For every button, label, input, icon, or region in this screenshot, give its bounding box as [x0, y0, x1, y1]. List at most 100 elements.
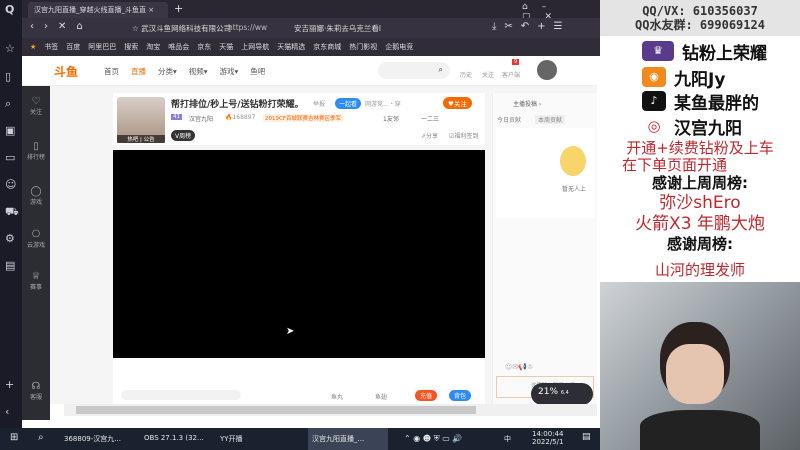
qq-group: QQ水友群: 699069124	[635, 18, 765, 32]
translate-icon[interactable]: ▤	[5, 259, 15, 272]
bookmark[interactable]: 唯品会	[168, 42, 189, 52]
nav-buttons[interactable]: ‹›✕⌂	[30, 21, 93, 32]
search-icon[interactable]: ⌕	[34, 428, 48, 450]
browser-navbar: ‹›✕⌂ ☆ 武汉斗鱼网络科技有限公司 https://ww 安吉丽娜·朱莉去乌…	[22, 18, 600, 38]
bookmark[interactable]: 天猫精选	[277, 42, 305, 52]
new-tab-icon[interactable]: +	[174, 2, 183, 15]
taskbar-app-obs[interactable]: OBS 27.1.3 (32...	[140, 428, 208, 450]
search-input[interactable]: ⌕	[378, 62, 450, 79]
ime-indicator[interactable]: 中	[500, 428, 515, 450]
add-icon[interactable]: +	[5, 378, 14, 391]
avatar-label[interactable]: 热吧 | 公告	[117, 135, 165, 143]
report-link[interactable]: 举报	[313, 99, 325, 108]
live-icon[interactable]: ▭	[5, 151, 15, 164]
collapse-icon[interactable]: ‹	[5, 405, 9, 418]
promo-line1: 开通+续费钻粉及上车	[626, 139, 774, 157]
search-suggestion[interactable]: 安吉丽娜·朱莉去乌克兰看l	[294, 23, 381, 34]
follow-button[interactable]: 关注	[482, 70, 494, 79]
nav-fishbar[interactable]: 鱼吧	[250, 66, 265, 77]
bookmark[interactable]: 书签	[44, 42, 58, 52]
recharge-button[interactable]: 充值	[415, 390, 438, 401]
nav-home[interactable]: 首页	[104, 66, 119, 77]
fish-fin-balance[interactable]: 鱼翅	[375, 392, 387, 401]
nav-video[interactable]: 视频▾	[189, 66, 208, 77]
side-follow[interactable]: ♡ 关注	[22, 96, 50, 116]
bookmark[interactable]: 上网导航	[241, 42, 269, 52]
room-header: 热吧 | 公告 帮打排位/秒上号/送钻粉打荣耀。 举报 一起看 网游竞...・穿…	[113, 93, 485, 145]
start-icon[interactable]: ⊞	[6, 428, 22, 450]
side-rank[interactable]: ▯ 排行榜	[22, 141, 50, 161]
browser-tab[interactable]: 汉宫九阳直播_穿越火线直播_斗鱼直 ×	[28, 2, 168, 18]
backpack-button[interactable]: 背包	[449, 390, 472, 401]
streamer-face	[666, 344, 724, 404]
tools-icon[interactable]: ⚙	[5, 232, 15, 245]
streamer-name[interactable]: 汉宫九阳	[189, 114, 213, 123]
bookmark[interactable]: 淘宝	[146, 42, 160, 52]
side-esports[interactable]: ♕ 赛事	[22, 271, 50, 291]
chat-tool-icons[interactable]: ☺✉📢♔	[505, 363, 533, 371]
video-icon[interactable]: ▣	[5, 124, 15, 137]
chat-icon[interactable]: ☺	[5, 178, 16, 191]
side-cloud-games[interactable]: ⎔ 云游戏	[22, 229, 50, 249]
tab-title: 汉宫九阳直播_穿越火线直播_斗鱼直	[34, 6, 146, 14]
history-button[interactable]: 历史	[460, 70, 472, 79]
book-icon[interactable]: ▯	[5, 70, 11, 83]
horizontal-scrollbar[interactable]	[64, 404, 597, 416]
bookmark[interactable]: 京东商城	[313, 42, 341, 52]
category-link[interactable]: 网游竞...・穿	[365, 99, 401, 108]
search-icon[interactable]: ⌕	[5, 97, 11, 111]
nav-category[interactable]: 分类▾	[158, 66, 177, 77]
client-badge: 9	[512, 59, 520, 65]
last-week-name2: 火箭X3 年鹏大炮	[635, 214, 765, 234]
tab-week[interactable]: 本周贡献	[535, 115, 566, 124]
taskbar-app-browser[interactable]: 汉宫九阳直播_...	[308, 428, 388, 450]
douyin-icon: ♪	[642, 91, 666, 111]
tray-icons[interactable]: ⌃ ◉ ☻ ⛨ ▭ 🔊	[400, 428, 466, 450]
streamer-avatar[interactable]: 热吧 | 公告	[117, 97, 165, 143]
douyu-header: 斗鱼 首页 直播 分类▾ 视频▾ 游戏▾ 鱼吧 ⌕ 历史 关注 客户端 9	[22, 56, 597, 86]
notification-icon[interactable]: ▤	[578, 428, 595, 450]
friends-count[interactable]: 1友邻	[383, 114, 399, 123]
taskbar-app-douyu[interactable]: 368809-汉宫九...	[60, 428, 125, 450]
bookmark[interactable]: 天猫	[219, 42, 233, 52]
bookmark[interactable]: 搜索	[124, 42, 138, 52]
toolbar-icons[interactable]: ⤓✂↶+☰	[492, 21, 571, 32]
weibo-icon: ◎	[642, 116, 666, 136]
heat-count: 168897	[232, 114, 256, 121]
bookmark[interactable]: 京东	[197, 42, 211, 52]
kuaishou-icon: ◉	[642, 67, 666, 87]
follow-button[interactable]: ♥关注	[443, 97, 472, 109]
client-button[interactable]: 客户端	[502, 70, 520, 79]
mascot-icon	[560, 146, 586, 176]
streamer-posts-link[interactable]: 主播投稿 ›	[513, 99, 541, 108]
star-icon[interactable]: ☆	[5, 42, 15, 55]
user-avatar[interactable]	[537, 60, 557, 80]
url-field[interactable]: https://ww	[228, 23, 267, 32]
side-support[interactable]: ☊ 客服	[22, 381, 50, 401]
checkin-button[interactable]: 福利签到	[454, 133, 478, 140]
video-player[interactable]: ➤	[113, 150, 485, 358]
tab-today[interactable]: 今日贡献	[497, 115, 521, 124]
watch-together-button[interactable]: 一起看	[335, 98, 362, 109]
room-title: 帮打排位/秒上号/送钻粉打荣耀。	[171, 100, 304, 110]
side-games[interactable]: ◯ 游戏	[22, 186, 50, 206]
fans-button[interactable]: V周榜	[171, 130, 196, 141]
bookmark[interactable]: 百度	[66, 42, 80, 52]
clock[interactable]: 14:00:44 2022/5/1	[528, 428, 567, 450]
room-tag[interactable]: 2019CF百城联赛吉林赛区季军	[263, 114, 344, 122]
gift-bar[interactable]	[121, 390, 241, 400]
nav-live[interactable]: 直播	[131, 66, 146, 77]
contact-block: QQ/VX: 610356037 QQ水友群: 699069124	[600, 0, 800, 36]
share-button[interactable]: 分享	[426, 133, 438, 140]
nav-games[interactable]: 游戏▾	[220, 66, 239, 77]
bookmark[interactable]: 阿里巴巴	[88, 42, 116, 52]
bookmark[interactable]: 企鹅电竞	[385, 42, 413, 52]
bookmark[interactable]: 热门影视	[349, 42, 377, 52]
fish-pill-balance[interactable]: 鱼丸	[331, 392, 343, 401]
bookmarks-bar: ★ 书签 百度 阿里巴巴 搜索 淘宝 唯品会 京东 天猫 上网导航 天猫精选 京东…	[22, 38, 600, 56]
fan-group[interactable]: 一二三	[421, 114, 439, 123]
speed-widget[interactable]: 21% 6.4	[531, 383, 593, 405]
douyu-logo[interactable]: 斗鱼	[54, 63, 78, 80]
taskbar-app-yy[interactable]: YY开播	[216, 428, 247, 450]
cart-icon[interactable]: ⛟	[5, 205, 19, 220]
